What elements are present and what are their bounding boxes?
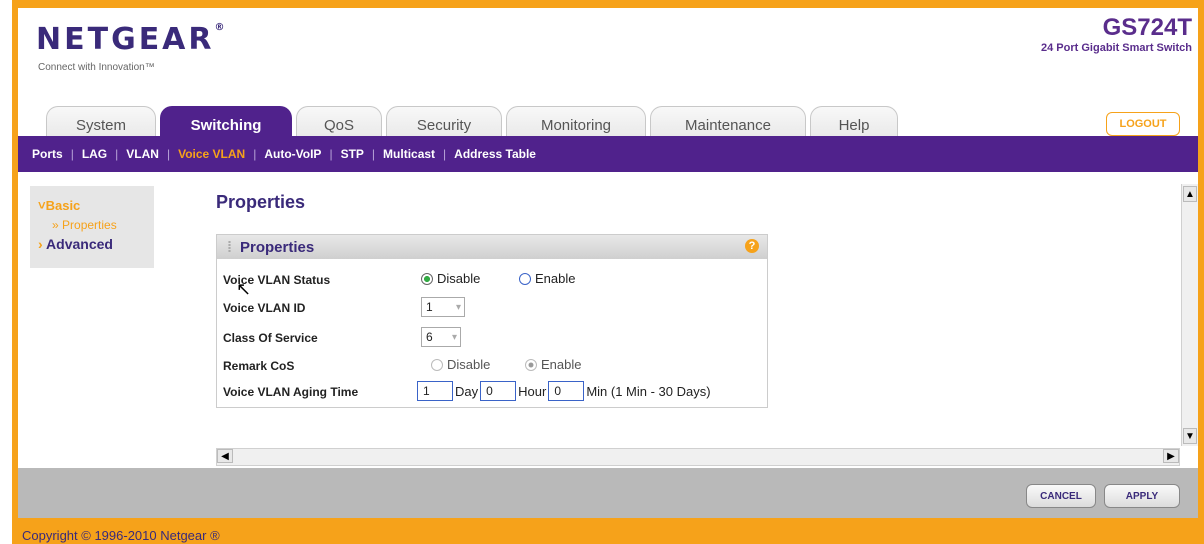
separator: | — [115, 147, 119, 161]
scroll-down-icon[interactable]: ▼ — [1183, 428, 1197, 444]
chevron-down-icon: ▾ — [455, 301, 461, 313]
mouse-cursor-icon: ↖ — [236, 279, 252, 299]
subnav-lag[interactable]: LAG — [82, 147, 107, 161]
cancel-button[interactable]: CANCEL — [1026, 484, 1096, 508]
header: NETGEAR® Connect with Innovation™ GS724T… — [18, 8, 1198, 144]
separator: | — [443, 147, 447, 161]
radio-label: Enable — [535, 271, 576, 286]
subnav-address-table[interactable]: Address Table — [454, 147, 536, 161]
panel-title: Properties — [240, 238, 315, 256]
radio-label: Disable — [437, 271, 481, 286]
chevron-right-icon: › — [38, 236, 47, 252]
remark-cos-disable[interactable]: Disable — [431, 357, 490, 372]
sidebar-item-basic[interactable]: ˅Basic — [38, 198, 80, 213]
radio-label: Disable — [447, 357, 491, 372]
separator: | — [253, 147, 257, 161]
scroll-left-icon[interactable]: ◀ — [217, 449, 233, 463]
voice-vlan-id-select[interactable]: 1 ▾ — [421, 297, 465, 317]
separator: | — [70, 147, 74, 161]
properties-panel: ⁞ Properties ? Voice VLAN Status Disable… — [216, 234, 768, 408]
voice-vlan-status-enable[interactable]: Enable — [519, 271, 575, 286]
class-of-service-select[interactable]: 6 ▾ — [421, 327, 461, 347]
action-bar: CANCEL APPLY — [18, 468, 1198, 518]
subnav-voice-vlan[interactable]: Voice VLAN — [178, 147, 245, 161]
aging-hour-input[interactable]: 0 — [480, 381, 517, 401]
help-icon[interactable]: ? — [745, 239, 759, 253]
select-value: 1 — [426, 300, 433, 314]
remark-cos-label: Remark CoS — [223, 359, 295, 373]
aging-time-controls: 1 Day 0 Hour 0 Min (1 Min - 30 Days) — [417, 381, 713, 401]
subnav-stp[interactable]: STP — [341, 147, 364, 161]
radio-label: Enable — [541, 357, 582, 372]
sidebar-item-label: Basic — [45, 198, 81, 213]
apply-button[interactable]: APPLY — [1104, 484, 1180, 508]
separator: | — [371, 147, 376, 161]
voice-vlan-id-label: Voice VLAN ID — [223, 301, 306, 315]
scroll-up-icon[interactable]: ▲ — [1183, 186, 1197, 202]
aging-min-unit: Min (1 Min - 30 Days) — [586, 383, 711, 399]
subnav-vlan[interactable]: VLAN — [126, 147, 159, 161]
page-title: Properties — [216, 192, 306, 212]
voice-vlan-status-disable[interactable]: Disable — [421, 271, 480, 286]
radio-button[interactable] — [431, 358, 443, 371]
panel-header: ⁞ Properties ? — [217, 235, 767, 259]
scroll-right-icon[interactable]: ▶ — [1163, 449, 1179, 463]
horizontal-scrollbar[interactable]: ◀ ▶ — [216, 448, 1180, 466]
logout-button[interactable]: LOGOUT — [1106, 112, 1180, 136]
remark-cos-enable[interactable]: Enable — [525, 357, 581, 372]
netgear-logo: NETGEAR® — [36, 22, 225, 57]
aging-min-input[interactable]: 0 — [548, 381, 585, 401]
chevron-down-icon: ▾ — [451, 331, 457, 343]
model-description: 24 Port Gigabit Smart Switch — [1041, 42, 1192, 54]
chevron-down-icon: ˅ — [38, 198, 46, 213]
vertical-scrollbar[interactable]: ▲ ▼ — [1181, 184, 1198, 446]
aging-day-input[interactable]: 1 — [417, 381, 453, 401]
aging-day-unit: Day — [455, 383, 479, 399]
subnav-auto-voip[interactable]: Auto-VoIP — [264, 147, 321, 161]
aging-hour-unit: Hour — [518, 383, 547, 399]
class-of-service-label: Class Of Service — [223, 331, 318, 345]
model-info: GS724T 24 Port Gigabit Smart Switch — [1041, 14, 1192, 54]
aging-time-label: Voice VLAN Aging Time — [223, 385, 359, 399]
sidebar: ˅Basic » Properties › Advanced — [30, 186, 154, 268]
content-area: ˅Basic » Properties › Advanced Propertie… — [18, 172, 1198, 468]
grip-icon: ⁞ — [227, 238, 232, 256]
model-name: GS724T — [1102, 14, 1192, 41]
separator: | — [329, 147, 333, 161]
chevron-right-icon: » — [52, 218, 63, 232]
radio-button[interactable] — [519, 272, 531, 285]
sidebar-item-label: Properties — [62, 218, 117, 232]
app-frame: NETGEAR® Connect with Innovation™ GS724T… — [12, 0, 1204, 544]
select-value: 6 — [426, 330, 433, 344]
radio-button-selected[interactable] — [525, 358, 537, 371]
sidebar-item-properties[interactable]: » Properties — [52, 218, 117, 232]
subnav-ports[interactable]: Ports — [32, 147, 63, 161]
tagline: Connect with Innovation™ — [38, 62, 155, 73]
subnav: Ports | LAG | VLAN | Voice VLAN | Auto-VoIP |… — [18, 136, 1198, 172]
copyright-text: Copyright © 1996-2010 Netgear ® — [22, 528, 220, 543]
radio-button-selected[interactable] — [421, 272, 433, 285]
sidebar-item-label: Advanced — [46, 236, 113, 252]
separator: | — [166, 147, 171, 161]
subnav-multicast[interactable]: Multicast — [383, 147, 435, 161]
sidebar-item-advanced[interactable]: › Advanced — [38, 236, 113, 252]
